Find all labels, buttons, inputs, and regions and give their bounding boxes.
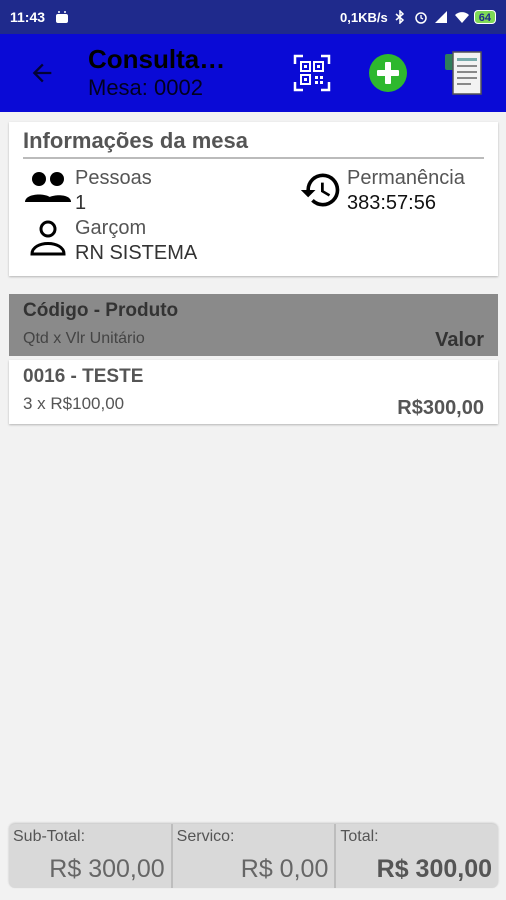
receipt-button[interactable]	[438, 47, 490, 99]
item-valor: R$300,00	[397, 397, 484, 419]
signal-icon	[434, 10, 448, 24]
servico-block: Servico: R$ 0,00	[170, 824, 335, 888]
app-bar: Consulta… Mesa: 0002	[0, 34, 506, 112]
status-bar: 11:43 0,1KB/s 64	[0, 0, 506, 34]
people-icon	[25, 172, 71, 202]
subtotal-block: Sub-Total: R$ 300,00	[9, 824, 171, 888]
android-notification-icon	[55, 10, 69, 24]
arrow-back-icon	[32, 63, 52, 83]
page-subtitle: Mesa: 0002	[88, 75, 203, 100]
garcom-value: RN SISTEMA	[75, 242, 198, 264]
pessoas-block: Pessoas 1	[23, 166, 152, 216]
person-icon	[30, 220, 66, 256]
pessoas-value: 1	[75, 192, 87, 214]
status-time: 11:43	[10, 9, 46, 25]
item-codigo-produto: 0016 - TESTE	[23, 366, 144, 387]
subtotal-value: R$ 300,00	[49, 855, 165, 883]
back-button[interactable]	[14, 45, 70, 101]
permanencia-value: 383:57:56	[347, 192, 436, 214]
page-title: Consulta…	[88, 44, 226, 74]
total-label: Total:	[340, 828, 379, 845]
garcom-label: Garçom	[75, 217, 147, 239]
servico-label: Servico:	[176, 828, 235, 845]
table-row[interactable]: 0016 - TESTE 3 x R$100,00 R$300,00	[9, 360, 498, 424]
scan-qr-button[interactable]	[286, 47, 338, 99]
garcom-block: Garçom RN SISTEMA	[23, 216, 197, 266]
app-bar-titles: Consulta… Mesa: 0002	[88, 44, 238, 102]
alarm-icon	[414, 10, 428, 24]
history-icon	[300, 173, 340, 207]
receipt-icon	[445, 51, 482, 95]
header-qtd-vlr: Qtd x Vlr Unitário	[23, 330, 145, 347]
wifi-icon	[454, 10, 469, 24]
header-codigo-produto: Código - Produto	[23, 300, 179, 321]
qr-code-icon	[293, 54, 331, 92]
permanencia-label: Permanência	[347, 167, 465, 189]
network-speed: 0,1KB/s	[340, 9, 388, 25]
total-value: R$ 300,00	[376, 855, 493, 883]
items-table-header: Código - Produto Qtd x Vlr Unitário Valo…	[9, 294, 498, 356]
bluetooth-icon	[394, 9, 408, 25]
info-heading: Informações da mesa	[23, 128, 484, 159]
total-block: Total: R$ 300,00	[334, 824, 498, 888]
table-info-card: Informações da mesa Pessoas 1 Permanênci…	[9, 122, 498, 276]
battery-icon: 64	[473, 10, 496, 24]
permanencia-block: Permanência 383:57:56	[297, 166, 465, 216]
header-valor: Valor	[435, 329, 484, 351]
add-item-button[interactable]	[362, 47, 414, 99]
subtotal-label: Sub-Total:	[13, 828, 86, 845]
pessoas-label: Pessoas	[75, 167, 152, 189]
add-circle-icon	[369, 54, 407, 92]
totals-footer: Sub-Total: R$ 300,00 Servico: R$ 0,00 To…	[9, 824, 498, 888]
servico-value: R$ 0,00	[240, 855, 329, 883]
